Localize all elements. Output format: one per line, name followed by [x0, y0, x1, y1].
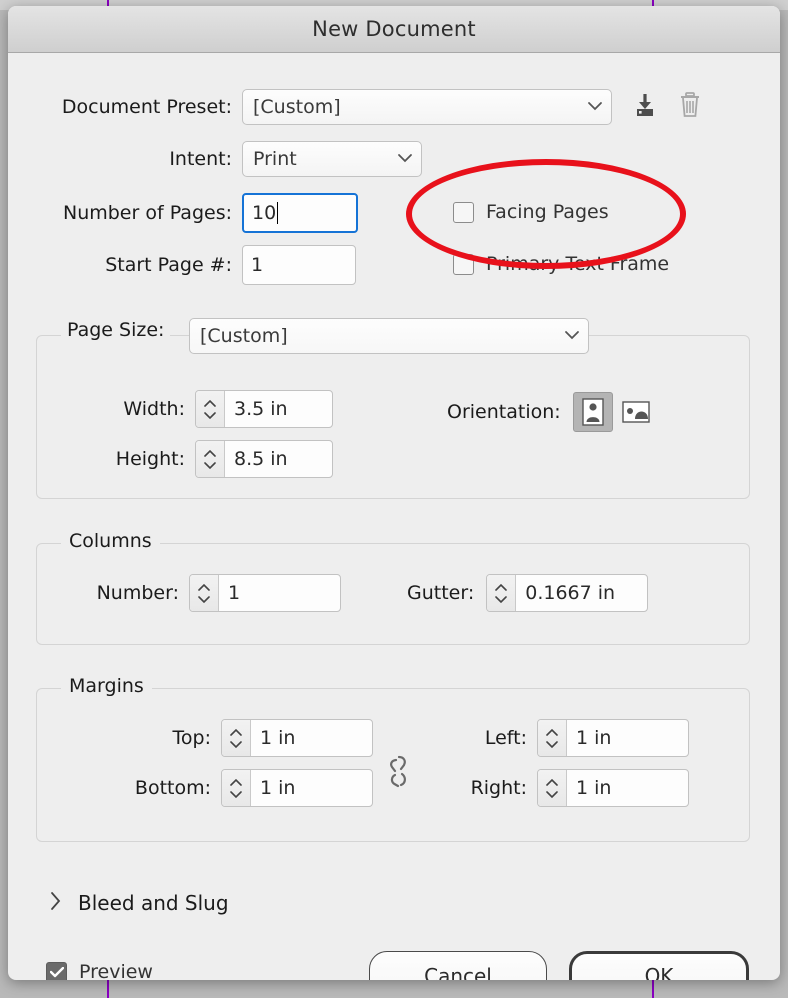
chevron-right-icon[interactable] — [50, 891, 62, 915]
stepper-arrows-icon[interactable] — [196, 391, 225, 427]
page-size-label: Page Size: — [61, 319, 171, 341]
height-label: Height: — [115, 448, 185, 470]
margins-group-title: Margins — [61, 675, 152, 697]
portrait-orientation-icon[interactable] — [572, 392, 613, 432]
dialog-titlebar[interactable]: New Document — [8, 6, 780, 53]
margins-group: Margins Top: 1 in Bottom: 1 in Left: 1 i… — [36, 675, 750, 842]
broken-chain-link-icon[interactable] — [385, 753, 411, 797]
facing-pages-label: Facing Pages — [486, 201, 609, 223]
margin-top-value[interactable]: 1 in — [251, 720, 372, 756]
document-preset-select[interactable]: [Custom] — [242, 89, 612, 125]
text-cursor — [277, 202, 279, 224]
dialog-body: Document Preset: [Custom] Intent: Print … — [8, 53, 780, 980]
stepper-arrows-icon[interactable] — [222, 770, 251, 806]
stepper-arrows-icon[interactable] — [538, 770, 567, 806]
preview-checkbox-row[interactable]: Preview — [46, 961, 153, 980]
margin-left-stepper[interactable]: 1 in — [537, 719, 689, 757]
page-size-group: Page Size: [Custom] Width: 3.5 in Height… — [36, 318, 750, 499]
primary-text-frame-label: Primary Text Frame — [486, 253, 670, 275]
preview-label: Preview — [79, 961, 153, 980]
document-preset-value: [Custom] — [253, 96, 341, 118]
landscape-orientation-icon[interactable] — [621, 393, 651, 431]
intent-label: Intent: — [169, 148, 232, 170]
facing-pages-checkbox[interactable] — [453, 201, 474, 223]
orientation-label: Orientation: — [447, 401, 561, 423]
columns-number-stepper[interactable]: 1 — [189, 574, 341, 612]
start-page-input[interactable]: 1 — [242, 245, 356, 285]
cancel-button[interactable]: Cancel — [369, 951, 547, 980]
cancel-button-label: Cancel — [424, 964, 492, 980]
canvas-background-bottom — [0, 980, 788, 998]
page-size-select[interactable]: [Custom] — [189, 318, 589, 354]
margin-top-stepper[interactable]: 1 in — [221, 719, 373, 757]
trash-icon[interactable] — [676, 90, 704, 124]
gutter-label: Gutter: — [407, 582, 475, 604]
preview-checkbox[interactable] — [46, 961, 67, 980]
gutter-value[interactable]: 0.1667 in — [516, 575, 647, 611]
ok-button[interactable]: OK — [569, 951, 749, 980]
gutter-stepper[interactable]: 0.1667 in — [486, 574, 649, 612]
margin-bottom-label: Bottom: — [134, 777, 211, 799]
chevron-down-icon — [397, 153, 413, 166]
margin-right-value[interactable]: 1 in — [567, 770, 688, 806]
bleed-and-slug-label: Bleed and Slug — [78, 891, 229, 915]
dialog-title: New Document — [312, 17, 476, 41]
stepper-arrows-icon[interactable] — [487, 575, 517, 611]
chevron-down-icon — [587, 101, 603, 114]
columns-number-value[interactable]: 1 — [219, 575, 340, 611]
primary-text-frame-checkbox[interactable] — [453, 253, 474, 275]
width-stepper[interactable]: 3.5 in — [195, 390, 333, 428]
number-of-pages-label: Number of Pages: — [62, 202, 232, 224]
intent-value: Print — [253, 148, 297, 170]
number-of-pages-input[interactable]: 10 — [242, 193, 358, 233]
columns-group-title: Columns — [61, 530, 160, 552]
bleed-and-slug-disclosure[interactable]: Bleed and Slug — [50, 891, 229, 915]
columns-group: Columns Number: 1 Gutter: 0.1667 in — [36, 530, 750, 645]
start-page-value: 1 — [251, 254, 264, 276]
ok-button-label: OK — [644, 964, 674, 980]
save-preset-icon[interactable] — [630, 90, 660, 124]
stepper-arrows-icon[interactable] — [222, 720, 251, 756]
number-of-pages-value: 10 — [252, 202, 277, 224]
start-page-label: Start Page #: — [105, 254, 232, 276]
margin-right-stepper[interactable]: 1 in — [537, 769, 689, 807]
primary-text-frame-checkbox-row[interactable]: Primary Text Frame — [453, 253, 669, 275]
stepper-arrows-icon[interactable] — [538, 720, 567, 756]
margin-left-value[interactable]: 1 in — [567, 720, 688, 756]
width-label: Width: — [123, 398, 185, 420]
stepper-arrows-icon[interactable] — [196, 441, 225, 477]
margin-right-label: Right: — [470, 777, 527, 799]
width-value[interactable]: 3.5 in — [225, 391, 332, 427]
height-value[interactable]: 8.5 in — [225, 441, 332, 477]
intent-select[interactable]: Print — [242, 141, 422, 177]
margin-bottom-value[interactable]: 1 in — [251, 770, 372, 806]
chevron-down-icon — [564, 330, 580, 343]
margin-top-label: Top: — [172, 727, 211, 749]
margin-bottom-stepper[interactable]: 1 in — [221, 769, 373, 807]
columns-number-label: Number: — [96, 582, 179, 604]
height-stepper[interactable]: 8.5 in — [195, 440, 333, 478]
facing-pages-checkbox-row[interactable]: Facing Pages — [453, 201, 609, 223]
margin-left-label: Left: — [484, 727, 527, 749]
new-document-dialog: New Document Document Preset: [Custom] I… — [8, 6, 780, 980]
document-preset-label: Document Preset: — [61, 96, 232, 118]
page-size-value: [Custom] — [200, 325, 288, 347]
stepper-arrows-icon[interactable] — [190, 575, 219, 611]
